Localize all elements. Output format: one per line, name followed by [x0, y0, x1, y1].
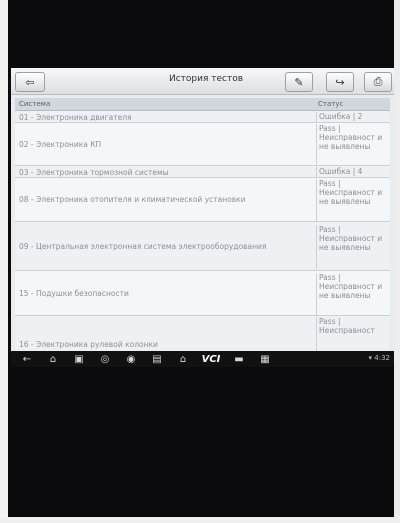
back-arrow-icon: ⇦ — [25, 75, 35, 89]
table-row[interactable]: 16 - Электроника рулевой колонки Pass | … — [15, 316, 390, 351]
share-icon: ↪ — [335, 75, 345, 89]
system-cell: 02 - Электроника КП — [19, 140, 102, 149]
device-bezel-right — [394, 0, 400, 523]
vci-button[interactable]: VCI — [199, 354, 223, 365]
status-cell: Pass | Неисправност и не выявлены — [316, 124, 391, 165]
edit-icon: ✎ — [294, 75, 304, 89]
wifi-icon: ▾ — [368, 354, 373, 362]
status-bar-indicators: ▾ 4:32 — [369, 354, 390, 362]
page-title: История тестов — [168, 74, 244, 84]
print-button[interactable]: ⎙ — [364, 72, 392, 92]
table-body: 01 - Электроника двигателя Ошибка | 2 02… — [15, 111, 390, 351]
system-cell: 08 - Электроника отопителя и климатическ… — [19, 195, 246, 204]
test-history-table: Система Статус 01 - Электроника двигател… — [15, 98, 390, 351]
device-bezel-bottom — [0, 517, 400, 523]
device-bezel-left — [0, 0, 8, 523]
camera-icon[interactable]: ◉ — [121, 354, 141, 365]
clock-text: 4:32 — [374, 354, 390, 362]
status-cell: Ошибка | 2 — [316, 112, 391, 122]
table-row[interactable]: 09 - Центральная электронная система эле… — [15, 222, 390, 271]
recent-apps-icon[interactable]: ▣ — [69, 354, 89, 365]
back-nav-icon[interactable]: ← — [17, 354, 37, 365]
display-icon[interactable]: ▤ — [147, 354, 167, 365]
garage-icon[interactable]: ⌂ — [173, 354, 193, 365]
printer-icon: ⎙ — [373, 75, 383, 88]
home-icon[interactable]: ⌂ — [43, 354, 63, 365]
title-bar: ⇦ История тестов ✎ ↪ ⎙ — [11, 68, 394, 95]
column-header-status: Статус — [318, 100, 344, 108]
table-row[interactable]: 01 - Электроника двигателя Ошибка | 2 — [15, 111, 390, 123]
edit-button[interactable]: ✎ — [285, 72, 313, 92]
share-button[interactable]: ↪ — [326, 72, 354, 92]
car-icon[interactable]: ▬ — [229, 354, 249, 365]
status-cell: Pass | Неисправност — [316, 317, 391, 351]
table-row[interactable]: 02 - Электроника КП Pass | Неисправност … — [15, 123, 390, 166]
back-button[interactable]: ⇦ — [15, 72, 45, 92]
table-header: Система Статус — [15, 98, 390, 111]
column-header-system: Система — [19, 100, 51, 108]
table-row[interactable]: 03 - Электроника тормозной системы Ошибк… — [15, 166, 390, 178]
status-cell: Ошибка | 4 — [316, 167, 391, 177]
system-cell: 01 - Электроника двигателя — [19, 113, 132, 122]
system-cell: 09 - Центральная электронная система эле… — [19, 242, 267, 251]
status-cell: Pass | Неисправност и не выявлены — [316, 273, 391, 315]
table-row[interactable]: 08 - Электроника отопителя и климатическ… — [15, 178, 390, 222]
system-cell: 03 - Электроника тормозной системы — [19, 168, 169, 177]
status-cell: Pass | Неисправност и не выявлены — [316, 225, 391, 269]
system-cell: 16 - Электроника рулевой колонки — [19, 340, 158, 349]
system-cell: 15 - Подушки безопасности — [19, 289, 129, 298]
app-screen: ⇦ История тестов ✎ ↪ ⎙ Система Статус 01… — [11, 68, 394, 351]
diagnostic-car-icon[interactable]: ▦ — [255, 354, 275, 365]
table-row[interactable]: 15 - Подушки безопасности Pass | Неиспра… — [15, 271, 390, 316]
system-nav-bar: ← ⌂ ▣ ◎ ◉ ▤ ⌂ VCI ▬ ▦ ▾ 4:32 — [11, 351, 394, 367]
browser-icon[interactable]: ◎ — [95, 354, 115, 365]
status-cell: Pass | Неисправност и не выявлены — [316, 179, 391, 221]
